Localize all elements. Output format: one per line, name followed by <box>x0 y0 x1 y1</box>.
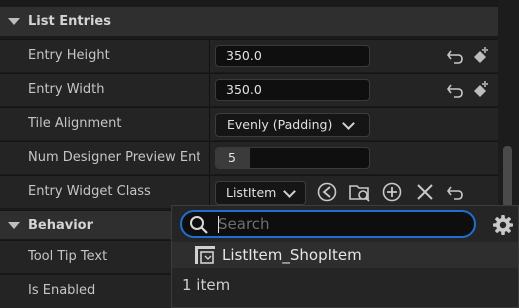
chevron-down-icon <box>342 117 355 130</box>
result-label: ListItem_ShopItem <box>222 246 362 264</box>
section-list-entries[interactable]: List Entries <box>0 7 498 36</box>
class-value: ListItem <box>226 185 276 200</box>
text-caret <box>218 216 219 233</box>
property-label: Entry Width <box>28 82 105 97</box>
search-box[interactable] <box>180 210 476 238</box>
reset-arrow-icon[interactable] <box>446 184 464 200</box>
property-label: Num Designer Preview Entr <box>28 150 200 165</box>
class-picker-popup: ListItem_ShopItem 1 item <box>171 205 519 308</box>
collapse-arrow-icon[interactable] <box>8 18 20 25</box>
property-num-designer-preview: Num Designer Preview Entr 5 <box>0 141 498 174</box>
browse-icon[interactable] <box>348 181 372 203</box>
section-title: Behavior <box>28 218 94 233</box>
search-input[interactable] <box>218 214 458 234</box>
scrollbar-thumb[interactable] <box>503 146 512 208</box>
add-key-icon[interactable] <box>472 46 490 66</box>
list-item[interactable]: ListItem_ShopItem <box>172 242 518 268</box>
property-entry-width: Entry Width 350.0 <box>0 73 498 106</box>
item-count: 1 item <box>182 276 231 294</box>
property-entry-widget-class: Entry Widget Class ListItem <box>0 175 498 208</box>
spinbox-value: 5 <box>228 150 236 165</box>
property-label: Entry Height <box>28 48 110 63</box>
reset-arrow-icon[interactable] <box>446 82 464 98</box>
property-entry-height: Entry Height 350.0 <box>0 39 498 72</box>
chevron-down-icon <box>283 185 296 198</box>
search-icon <box>190 216 208 234</box>
property-tile-alignment: Tile Alignment Evenly (Padding) <box>0 107 498 140</box>
column-divider[interactable] <box>209 176 210 208</box>
tile-alignment-dropdown[interactable]: Evenly (Padding) <box>215 113 370 137</box>
property-label: Entry Widget Class <box>28 184 151 199</box>
column-divider[interactable] <box>209 40 210 72</box>
reset-arrow-icon[interactable] <box>446 48 464 64</box>
add-key-icon[interactable] <box>472 80 490 100</box>
widget-blueprint-icon <box>195 246 215 264</box>
entry-width-input[interactable]: 350.0 <box>215 79 370 101</box>
clear-icon[interactable] <box>415 182 435 202</box>
add-icon[interactable] <box>381 181 403 203</box>
num-preview-entries-spinbox[interactable]: 5 <box>215 147 370 169</box>
entry-widget-class-picker[interactable]: ListItem <box>215 181 306 205</box>
gear-icon[interactable] <box>492 214 514 236</box>
use-selected-icon[interactable] <box>316 181 338 203</box>
section-title: List Entries <box>28 14 111 29</box>
column-divider[interactable] <box>209 142 210 174</box>
dropdown-value: Evenly (Padding) <box>227 117 333 132</box>
collapse-arrow-icon[interactable] <box>8 222 20 229</box>
entry-height-input[interactable]: 350.0 <box>215 45 370 67</box>
column-divider[interactable] <box>209 74 210 106</box>
property-label: Tile Alignment <box>28 116 122 131</box>
column-divider[interactable] <box>209 108 210 140</box>
